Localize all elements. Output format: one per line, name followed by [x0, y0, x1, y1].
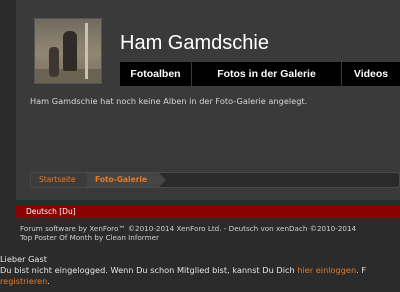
language-bar: Deutsch [Du] — [16, 205, 400, 218]
profile-tabs: Fotoalben Fotos in der Galerie Videos — [120, 62, 400, 86]
guest-text-end: . — [47, 276, 50, 286]
register-link[interactable]: registrieren — [0, 276, 47, 286]
guest-greeting: Lieber Gast — [0, 254, 47, 264]
guest-text-before: Du bist nicht eingelogged. Wenn Du schon… — [0, 265, 298, 275]
footer: Forum software by XenForo™ ©2010-2014 Xe… — [20, 224, 400, 242]
tab-fotoalben[interactable]: Fotoalben — [120, 62, 192, 86]
tab-fotos-in-der-galerie[interactable]: Fotos in der Galerie — [192, 62, 342, 86]
avatar-tripod — [85, 23, 88, 79]
guest-login-text: Du bist nicht eingelogged. Wenn Du schon… — [0, 265, 400, 276]
profile-username: Ham Gamdschie — [120, 32, 269, 54]
guest-register-text: registrieren. — [0, 276, 400, 287]
footer-copyright: Forum software by XenForo™ ©2010-2014 Xe… — [20, 224, 357, 233]
breadcrumb-arrow-icon — [159, 173, 166, 187]
guest-notice: Lieber Gast Du bist nicht eingelogged. W… — [0, 254, 400, 287]
language-chooser[interactable]: Deutsch [Du] — [26, 205, 76, 218]
breadcrumb: Startseite Foto-Galerie — [30, 172, 400, 188]
guest-text-after: . F — [356, 265, 367, 275]
avatar-figure — [63, 31, 77, 71]
avatar-ground — [35, 69, 101, 83]
login-link[interactable]: hier einloggen — [297, 265, 356, 275]
breadcrumb-item-startseite[interactable]: Startseite — [31, 173, 89, 187]
avatar[interactable] — [34, 18, 102, 84]
footer-top-poster: Top Poster Of Month by Clean Informer — [20, 233, 159, 242]
tab-videos[interactable]: Videos — [342, 62, 400, 86]
empty-albums-message: Ham Gamdschie hat noch keine Alben in de… — [30, 96, 308, 106]
avatar-figure-secondary — [49, 47, 59, 77]
breadcrumb-item-foto-galerie[interactable]: Foto-Galerie — [87, 173, 160, 187]
